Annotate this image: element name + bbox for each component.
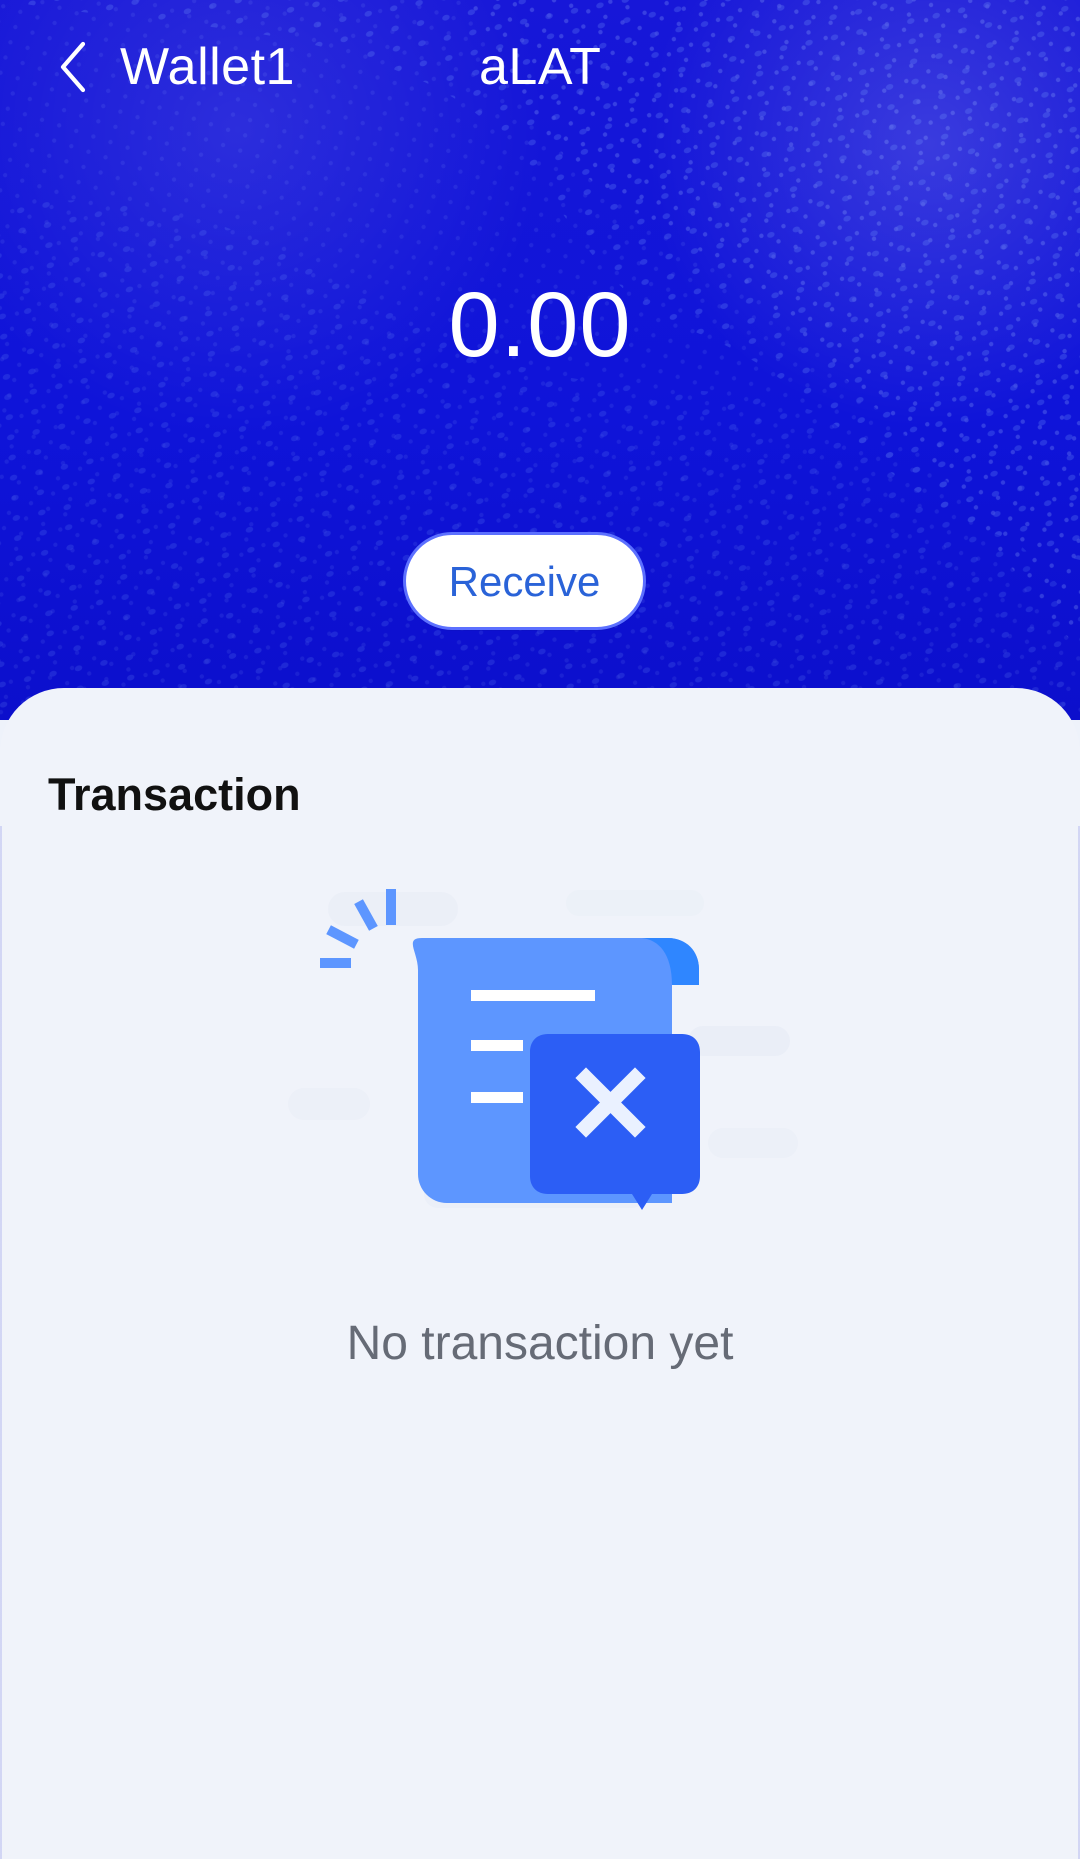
transaction-heading: Transaction	[48, 769, 301, 821]
empty-receipt-icon	[288, 889, 798, 1210]
top-navigation-bar: Wallet1 aLAT	[0, 0, 1080, 150]
receive-button[interactable]: Receive	[403, 532, 646, 630]
wallet-name: Wallet1	[120, 38, 295, 96]
app-title: aLAT	[479, 38, 602, 96]
transaction-section: Transaction No transaction yet	[0, 688, 1080, 1859]
wallet-screen: Wallet1 aLAT 0.00 Receive Transaction No…	[0, 0, 1080, 1859]
wallet-balance: 0.00	[448, 274, 632, 376]
wallet-balance-header: Wallet1 aLAT 0.00 Receive	[0, 0, 1080, 720]
empty-transactions-message: No transaction yet	[346, 1317, 734, 1370]
back-button[interactable]	[44, 38, 102, 96]
chevron-left-icon	[60, 41, 86, 93]
